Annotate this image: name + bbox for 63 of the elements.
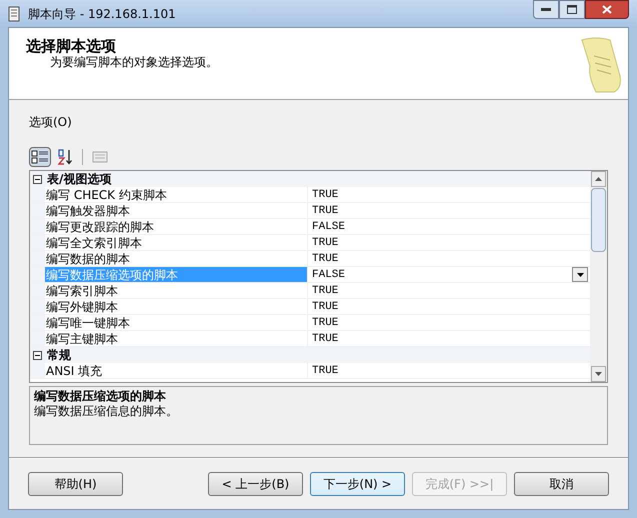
category-label: 常规 bbox=[47, 348, 71, 362]
maximize-icon bbox=[567, 5, 577, 14]
wizard-button[interactable]: < 上一步(B) bbox=[208, 472, 303, 496]
property-row[interactable]: 编写外键脚本 TRUE bbox=[30, 299, 590, 315]
property-value: TRUE bbox=[312, 300, 338, 314]
property-row[interactable]: 编写更改跟踪的脚本 FALSE bbox=[30, 219, 590, 235]
minimize-icon bbox=[541, 8, 551, 12]
property-value: TRUE bbox=[312, 284, 338, 298]
page-subtitle: 为要编写脚本的对象选择选项。 bbox=[49, 55, 218, 69]
scroll-thumb[interactable] bbox=[591, 188, 606, 252]
options-label: 选项(O) bbox=[29, 114, 73, 130]
property-value: TRUE bbox=[312, 316, 338, 330]
property-value: FALSE bbox=[312, 220, 346, 234]
app-icon bbox=[8, 6, 20, 22]
down-arrow-icon bbox=[595, 372, 602, 376]
property-value: TRUE bbox=[312, 236, 338, 250]
property-name: 编写主键脚本 bbox=[45, 332, 118, 346]
wizard-button[interactable]: 帮助(H) bbox=[28, 472, 123, 496]
property-name: 编写数据的脚本 bbox=[45, 252, 130, 266]
up-arrow-icon bbox=[595, 177, 602, 181]
property-name: 编写唯一键脚本 bbox=[45, 316, 130, 330]
category-label: 表/视图选项 bbox=[47, 172, 112, 186]
property-value: FALSE bbox=[312, 268, 346, 282]
collapse-icon[interactable] bbox=[33, 174, 42, 184]
wizard-button[interactable]: 下一步(N) > bbox=[310, 472, 405, 496]
property-name: 编写全文索引脚本 bbox=[45, 236, 142, 250]
collapse-icon[interactable] bbox=[33, 350, 42, 360]
property-row[interactable]: 编写索引脚本 TRUE bbox=[30, 283, 590, 299]
property-value: TRUE bbox=[312, 252, 338, 266]
property-value: TRUE bbox=[312, 364, 338, 378]
caret-icon bbox=[576, 272, 584, 276]
page-title: 选择脚本选项 bbox=[26, 37, 117, 55]
property-row[interactable]: 编写唯一键脚本 TRUE bbox=[30, 315, 590, 331]
property-name: 编写数据压缩选项的脚本 bbox=[45, 268, 178, 282]
property-row[interactable]: 编写数据压缩选项的脚本 FALSE bbox=[30, 267, 590, 283]
property-name: 编写 CHECK 约束脚本 bbox=[45, 188, 167, 202]
scroll-up-button[interactable] bbox=[591, 171, 606, 187]
property-value: TRUE bbox=[312, 188, 338, 202]
property-row[interactable]: ANSI 填充 TRUE bbox=[30, 363, 590, 379]
maximize-button[interactable] bbox=[559, 0, 585, 19]
window-title: 脚本向导 - 192.168.1.101 bbox=[28, 6, 176, 22]
property-row[interactable]: 编写全文索引脚本 TRUE bbox=[30, 235, 590, 251]
dropdown-button[interactable] bbox=[572, 267, 588, 282]
property-row[interactable]: 编写 CHECK 约束脚本 TRUE bbox=[30, 187, 590, 203]
property-name: 编写外键脚本 bbox=[45, 300, 118, 314]
property-value: TRUE bbox=[312, 332, 338, 346]
sort-icon bbox=[57, 149, 73, 165]
description-text: 编写数据压缩信息的脚本。 bbox=[34, 404, 179, 419]
minimize-button[interactable] bbox=[533, 0, 559, 19]
property-pages-icon bbox=[92, 150, 108, 164]
close-icon bbox=[602, 5, 612, 14]
wizard-button[interactable]: 取消 bbox=[514, 472, 609, 496]
property-name: 编写更改跟踪的脚本 bbox=[45, 220, 154, 234]
property-name: 编写触发器脚本 bbox=[45, 204, 130, 218]
description-title: 编写数据压缩选项的脚本 bbox=[34, 389, 167, 404]
categorized-icon bbox=[31, 150, 49, 164]
scroll-down-button[interactable] bbox=[591, 366, 606, 382]
property-value: TRUE bbox=[312, 204, 338, 218]
property-name: ANSI 填充 bbox=[45, 364, 102, 378]
close-button[interactable] bbox=[585, 0, 629, 19]
property-name: 编写索引脚本 bbox=[45, 284, 118, 298]
toolbar-button[interactable] bbox=[29, 147, 51, 167]
property-row[interactable]: 编写触发器脚本 TRUE bbox=[30, 203, 590, 219]
